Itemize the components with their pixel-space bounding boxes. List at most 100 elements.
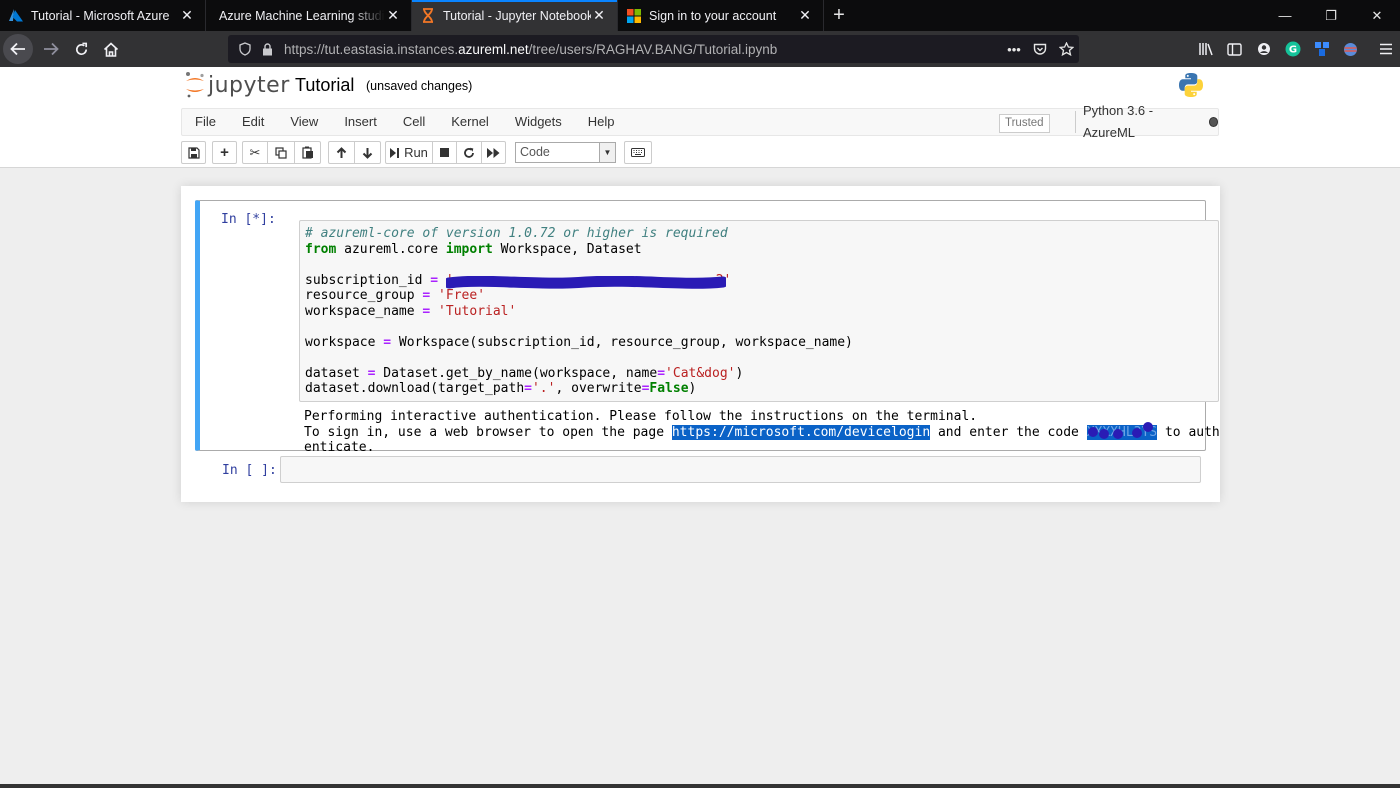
azure-icon — [8, 8, 24, 24]
run-button-group: Run — [385, 141, 506, 164]
close-tab-icon[interactable]: ✕ — [179, 7, 195, 24]
cell-input-prompt: In [*]: — [221, 212, 276, 227]
restart-run-all-button[interactable] — [481, 141, 506, 164]
arrow-up-icon — [336, 146, 347, 158]
taskbar-edge — [0, 784, 1400, 788]
menu-edit[interactable]: Edit — [229, 109, 277, 135]
browser-toolbar-right: G — [1191, 34, 1400, 64]
minimize-icon[interactable]: — — [1262, 0, 1308, 31]
close-window-icon[interactable]: ✕ — [1354, 0, 1400, 31]
move-button-group — [328, 141, 381, 164]
menu-kernel[interactable]: Kernel — [438, 109, 502, 135]
jupyter-menu-bar: File Edit View Insert Cell Kernel Widget… — [0, 103, 1400, 140]
restart-button[interactable] — [456, 141, 482, 164]
save-button[interactable] — [181, 141, 206, 164]
menu-insert[interactable]: Insert — [331, 109, 390, 135]
back-arrow-icon[interactable] — [3, 34, 33, 64]
code-cell-selected[interactable]: In [*]: # azureml-core of version 1.0.72… — [195, 200, 1220, 455]
home-icon[interactable] — [96, 34, 126, 64]
reload-icon[interactable] — [66, 34, 96, 64]
cut-button[interactable]: ✂ — [242, 141, 268, 164]
cell-output: Performing interactive authentication. P… — [304, 409, 1220, 455]
grammarly-icon[interactable]: G — [1278, 34, 1307, 64]
redaction-scribble — [446, 276, 726, 289]
close-tab-icon[interactable]: ✕ — [797, 7, 813, 24]
stop-icon — [440, 148, 449, 157]
insert-cell-button[interactable]: + — [212, 141, 237, 164]
tab-azure-ml-studio[interactable]: Azure Machine Learning studio (Pre ✕ — [206, 0, 412, 31]
browser-nav-bar: https://tut.eastasia.instances.azureml.n… — [0, 31, 1400, 67]
extension-icon[interactable] — [1307, 34, 1336, 64]
microsoft-icon — [626, 8, 642, 24]
auth-code-redacted: XXXXHL3YS — [1086, 421, 1158, 440]
python-logo-icon — [1178, 72, 1204, 103]
empty-code-editor[interactable] — [280, 456, 1201, 483]
menu-file[interactable]: File — [182, 109, 229, 135]
account-icon[interactable] — [1249, 34, 1278, 64]
notebook-name[interactable]: Tutorial — [295, 75, 354, 96]
shield-icon[interactable] — [234, 38, 256, 60]
browser-tab-strip: Tutorial - Microsoft Azure ✕ Azure Machi… — [0, 0, 1400, 31]
sidebar-icon[interactable] — [1220, 34, 1249, 64]
restart-icon — [464, 147, 474, 158]
tab-azure-portal[interactable]: Tutorial - Microsoft Azure ✕ — [0, 0, 206, 31]
code-editor[interactable]: # azureml-core of version 1.0.72 or high… — [299, 220, 1219, 402]
paste-button[interactable] — [294, 141, 321, 164]
kernel-busy-icon — [1208, 117, 1218, 127]
cell2-input-prompt: In [ ]: — [222, 463, 277, 478]
extension-globe-icon[interactable] — [1336, 34, 1365, 64]
copy-icon — [275, 146, 287, 159]
copy-button[interactable] — [267, 141, 295, 164]
save-icon — [187, 146, 200, 159]
pocket-icon[interactable] — [1027, 38, 1053, 60]
keyboard-icon — [631, 148, 645, 157]
menu-help[interactable]: Help — [575, 109, 628, 135]
cell-type-value: Code — [520, 145, 550, 159]
forward-arrow-icon[interactable] — [36, 34, 66, 64]
cell-type-select[interactable]: Code ▼ — [515, 142, 616, 163]
move-up-button[interactable] — [328, 141, 355, 164]
run-button[interactable]: Run — [385, 141, 433, 164]
run-label: Run — [404, 145, 428, 160]
menu-cell[interactable]: Cell — [390, 109, 438, 135]
scissors-icon: ✂ — [249, 144, 261, 160]
close-tab-icon[interactable]: ✕ — [591, 7, 607, 24]
menu-view[interactable]: View — [277, 109, 331, 135]
tab-title: Azure Machine Learning studio (Pre — [219, 8, 385, 23]
bookmark-star-icon[interactable] — [1053, 38, 1079, 60]
library-icon[interactable] — [1191, 34, 1220, 64]
window-controls: — ❐ ✕ — [1262, 0, 1400, 31]
menu-widgets[interactable]: Widgets — [502, 109, 575, 135]
tab-sign-in[interactable]: Sign in to your account ✕ — [618, 0, 824, 31]
svg-text:G: G — [1288, 45, 1296, 56]
close-tab-icon[interactable]: ✕ — [385, 7, 401, 24]
devicelogin-link[interactable]: https://microsoft.com/devicelogin — [671, 424, 931, 440]
paste-icon — [301, 146, 313, 159]
jupyter-logo-text: jupyter — [208, 72, 290, 98]
tab-jupyter-notebook[interactable]: Tutorial - Jupyter Notebook ✕ — [412, 0, 618, 31]
jupyter-toolbar: + ✂ Run Code ▼ — [0, 137, 1400, 168]
tab-title: Tutorial - Jupyter Notebook — [443, 8, 591, 23]
interrupt-button[interactable] — [432, 141, 457, 164]
hamburger-menu-icon[interactable] — [1371, 34, 1400, 64]
trusted-indicator[interactable]: Trusted — [999, 114, 1050, 133]
step-forward-icon — [390, 147, 400, 158]
lock-icon[interactable] — [256, 38, 278, 60]
kernel-indicator[interactable]: Python 3.6 - AzureML — [1075, 103, 1218, 140]
new-tab-button[interactable]: + — [824, 0, 854, 31]
notebook-container: In [*]: # azureml-core of version 1.0.72… — [181, 186, 1220, 502]
address-bar[interactable]: https://tut.eastasia.instances.azureml.n… — [228, 35, 1079, 63]
chevron-down-icon: ▼ — [599, 143, 615, 162]
tab-title: Sign in to your account — [649, 8, 777, 23]
jupyter-logo-icon — [186, 72, 204, 98]
restore-icon[interactable]: ❐ — [1308, 0, 1354, 31]
page-actions-icon[interactable]: ••• — [1001, 38, 1027, 60]
command-palette-button[interactable] — [624, 141, 652, 164]
tab-title: Tutorial - Microsoft Azure — [31, 8, 170, 23]
hourglass-icon — [420, 8, 436, 24]
jupyter-logo[interactable]: jupyter — [184, 71, 290, 99]
url-text: https://tut.eastasia.instances.azureml.n… — [284, 41, 778, 57]
move-down-button[interactable] — [354, 141, 381, 164]
code-text: # azureml-core of version 1.0.72 or high… — [305, 226, 853, 396]
edit-button-group: ✂ — [242, 141, 321, 164]
